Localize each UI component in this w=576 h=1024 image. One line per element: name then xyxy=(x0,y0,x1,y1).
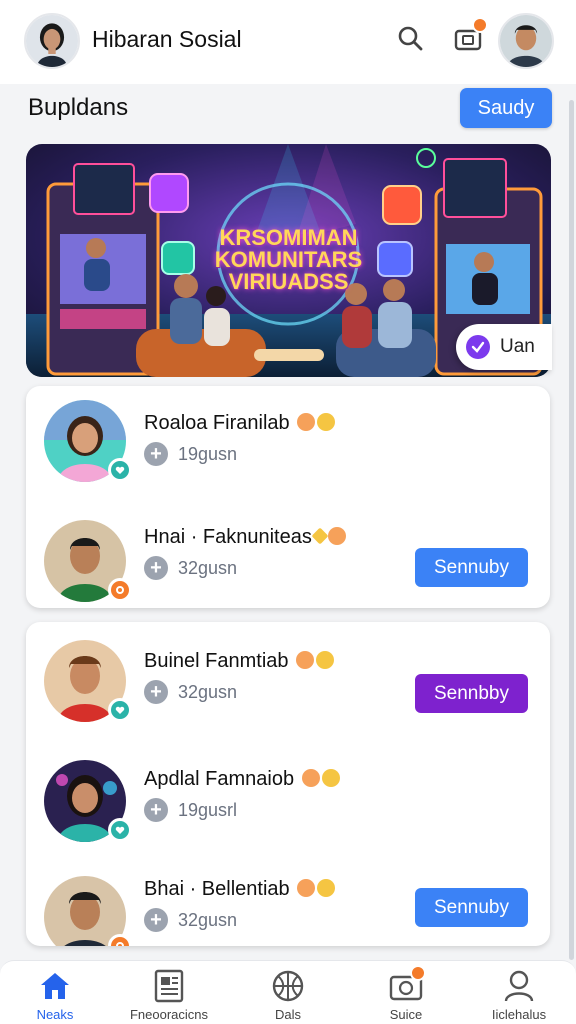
add-icon[interactable]: + xyxy=(144,798,168,822)
banner-chip-label: Uan xyxy=(500,336,535,357)
news-icon xyxy=(151,969,187,1003)
nav-item-camera[interactable]: Suice xyxy=(351,965,461,1022)
nav-label: Suice xyxy=(389,1007,423,1022)
status-badge xyxy=(108,578,132,602)
mutual-count: 19gusrl xyxy=(178,799,238,820)
notification-badge xyxy=(410,965,426,981)
profile-avatar[interactable] xyxy=(498,13,554,69)
section-title: Bupldans xyxy=(28,94,129,121)
mutual-count: 32gusn xyxy=(178,681,238,702)
nav-item-profile[interactable]: Iiclehalus xyxy=(464,969,574,1022)
nav-label: Fneooracicns xyxy=(129,1007,209,1022)
list-item[interactable]: Bhai · Bellentiab +32gusn Sennuby xyxy=(26,868,550,946)
face-emoji-icon xyxy=(327,526,346,545)
follow-button[interactable]: Sennuby xyxy=(415,548,528,587)
face-emoji-icon xyxy=(301,768,320,787)
people-card-1: Roaloa Firanilab +19gusn Hnai · Faknunit… xyxy=(26,386,550,608)
person-meta: +19gusn xyxy=(144,442,237,466)
person-meta: +32gusn xyxy=(144,680,237,704)
app-title: Hibaran Sosial xyxy=(92,26,242,52)
person-name: Apdlal Famnaiob xyxy=(144,768,340,791)
nav-label: Iiclehalus xyxy=(491,1007,547,1022)
follow-button[interactable]: Sennuby xyxy=(415,888,528,927)
mutual-count: 32gusn xyxy=(178,909,238,930)
nav-label: Neaks xyxy=(36,1007,74,1022)
list-item[interactable]: Hnai · Faknuniteas +32gusn Sennuby xyxy=(26,512,550,608)
sparkle-icon xyxy=(311,527,329,545)
nav-item-ball[interactable]: Dals xyxy=(233,969,343,1022)
face-emoji-icon xyxy=(297,878,316,897)
check-icon xyxy=(466,335,490,359)
status-badge xyxy=(108,818,132,842)
person-meta: +32gusn xyxy=(144,908,237,932)
person-name: Roaloa Firanilab xyxy=(144,412,336,435)
face-emoji-icon xyxy=(321,768,340,787)
person-name: Hnai · Faknuniteas xyxy=(144,526,346,549)
list-item[interactable]: Buinel Fanmtiab +32gusn Sennbby xyxy=(26,636,550,736)
status-badge xyxy=(108,934,132,946)
person-name: Bhai · Bellentiab xyxy=(144,878,336,901)
status-badge xyxy=(108,458,132,482)
face-emoji-icon xyxy=(317,878,336,897)
face-emoji-icon xyxy=(296,650,315,669)
people-card-2: Buinel Fanmtiab +32gusn Sennbby Apdlal F… xyxy=(26,622,550,946)
add-icon[interactable]: + xyxy=(144,556,168,580)
profile-icon xyxy=(501,969,537,1003)
banner-title-line3: VIRIUADSS xyxy=(228,269,349,294)
bottom-nav: Neaks Fneooracicns Dals Suice Iiclehalus xyxy=(0,960,576,1024)
face-emoji-icon xyxy=(297,412,316,431)
scrollbar[interactable] xyxy=(569,100,574,960)
nav-label: Dals xyxy=(274,1007,301,1022)
face-emoji-icon xyxy=(316,650,335,669)
add-icon[interactable]: + xyxy=(144,442,168,466)
search-icon[interactable] xyxy=(394,22,426,54)
list-item[interactable]: Roaloa Firanilab +19gusn xyxy=(26,398,550,498)
person-meta: +32gusn xyxy=(144,556,237,580)
list-item[interactable]: Apdlal Famnaiob +19gusrl xyxy=(26,754,550,854)
top-bar: Hibaran Sosial xyxy=(0,0,576,84)
ball-icon xyxy=(270,969,306,1003)
camera-icon xyxy=(388,965,426,1003)
add-icon[interactable]: + xyxy=(144,908,168,932)
user-avatar[interactable] xyxy=(24,13,80,69)
mutual-count: 19gusn xyxy=(178,443,238,464)
home-icon xyxy=(37,969,73,1003)
nav-item-news[interactable]: Fneooracicns xyxy=(114,969,224,1022)
notification-icon[interactable] xyxy=(452,17,488,54)
mutual-count: 32gusn xyxy=(178,557,238,578)
person-meta: +19gusrl xyxy=(144,798,237,822)
person-name: Buinel Fanmtiab xyxy=(144,650,335,673)
notification-badge xyxy=(472,17,488,33)
follow-button[interactable]: Sennbby xyxy=(415,674,528,713)
banner-join-chip[interactable]: Uan xyxy=(456,324,552,370)
nav-item-home[interactable]: Neaks xyxy=(0,969,110,1022)
status-badge xyxy=(108,698,132,722)
add-icon[interactable]: + xyxy=(144,680,168,704)
header-action-button[interactable]: Saudy xyxy=(460,88,552,128)
face-emoji-icon xyxy=(317,412,336,431)
